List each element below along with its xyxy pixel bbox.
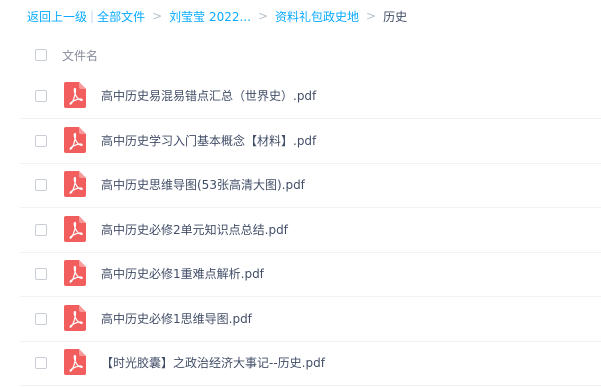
pdf-icon <box>64 82 86 108</box>
row-checkbox[interactable] <box>35 179 47 191</box>
row-checkbox[interactable] <box>35 224 47 236</box>
breadcrumb-divider: | <box>90 9 95 23</box>
breadcrumb: 返回上一级 | 全部文件 > 刘莹莹 2022... > 资料礼包政史地 > 历… <box>27 6 407 26</box>
row-divider <box>20 385 601 386</box>
file-row[interactable]: 高中历史必修1思维导图.pdf <box>0 297 601 342</box>
file-row[interactable]: 【时光胶囊】之政治经济大事记--历史.pdf <box>0 341 601 386</box>
breadcrumb-level-2[interactable]: 资料礼包政史地 <box>275 8 359 25</box>
breadcrumb-all-files[interactable]: 全部文件 <box>97 8 145 25</box>
file-row[interactable]: 高中历史必修2单元知识点总结.pdf <box>0 208 601 253</box>
file-name[interactable]: 高中历史必修2单元知识点总结.pdf <box>101 221 288 239</box>
column-header-filename[interactable]: 文件名 <box>62 47 98 64</box>
file-row[interactable]: 高中历史思维导图(53张高清大图).pdf <box>0 163 601 208</box>
pdf-icon <box>64 260 86 286</box>
file-name[interactable]: 高中历史必修1思维导图.pdf <box>101 310 252 328</box>
row-checkbox[interactable] <box>35 135 47 147</box>
select-all-checkbox[interactable] <box>35 49 47 61</box>
file-list-header: 文件名 <box>0 40 601 70</box>
file-row[interactable]: 高中历史学习入门基本概念【材料】.pdf <box>0 119 601 164</box>
file-name[interactable]: 高中历史必修1重难点解析.pdf <box>101 265 264 283</box>
breadcrumb-current: 历史 <box>383 9 408 24</box>
file-name[interactable]: 高中历史学习入门基本概念【材料】.pdf <box>101 132 316 150</box>
breadcrumb-level-1[interactable]: 刘莹莹 2022... <box>169 8 251 25</box>
file-name[interactable]: 高中历史易混易错点汇总（世界史）.pdf <box>101 87 316 105</box>
file-name[interactable]: 【时光胶囊】之政治经济大事记--历史.pdf <box>101 354 325 372</box>
file-name[interactable]: 高中历史思维导图(53张高清大图).pdf <box>101 176 305 194</box>
file-row[interactable]: 高中历史易混易错点汇总（世界史）.pdf <box>0 74 601 119</box>
back-link[interactable]: 返回上一级 <box>27 8 87 25</box>
file-row[interactable]: 高中历史必修1重难点解析.pdf <box>0 252 601 297</box>
pdf-icon <box>64 216 86 242</box>
row-checkbox[interactable] <box>35 268 47 280</box>
pdf-icon <box>64 127 86 153</box>
breadcrumb-arrow-icon: > <box>257 9 269 23</box>
breadcrumb-arrow-icon: > <box>366 9 377 23</box>
breadcrumb-arrow-icon: > <box>152 9 163 23</box>
row-checkbox[interactable] <box>35 313 47 325</box>
pdf-icon <box>64 349 86 375</box>
pdf-icon <box>64 305 86 331</box>
row-checkbox[interactable] <box>35 90 47 102</box>
pdf-icon <box>64 171 86 197</box>
row-checkbox[interactable] <box>35 357 47 369</box>
